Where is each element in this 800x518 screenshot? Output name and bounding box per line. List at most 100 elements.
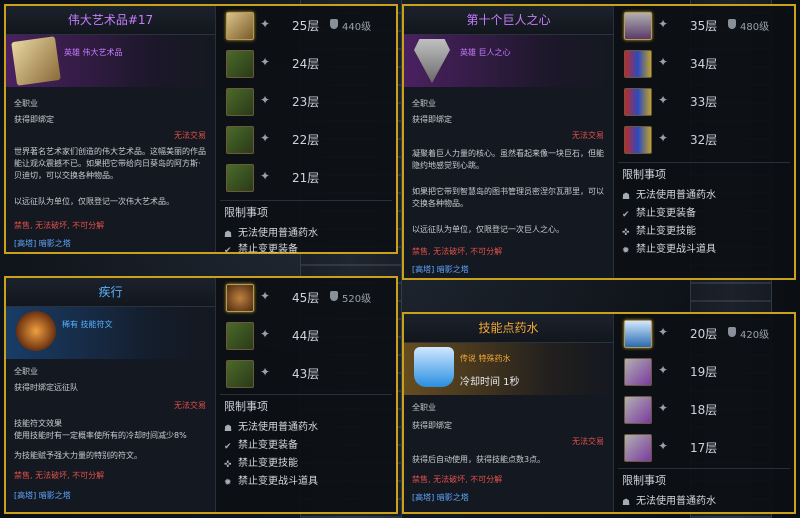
floor-row[interactable]: ✦ 33层 — [620, 84, 794, 118]
item-title: 疾行 — [6, 278, 215, 307]
floor-label: 17层 — [690, 441, 718, 455]
floor-row[interactable]: ✦ 18层 — [620, 392, 794, 426]
restriction-item: ✔ 禁止变更装备 — [224, 436, 298, 452]
floor-row[interactable]: ✦ 23层 — [222, 84, 396, 118]
crystal-icon — [624, 396, 652, 424]
artwork-icon — [11, 36, 61, 86]
star-icon: ✦ — [259, 17, 271, 31]
potion-icon — [414, 347, 454, 387]
floor-label: 43层 — [292, 367, 320, 381]
floor-label: 25层 — [292, 19, 320, 33]
floor-row[interactable]: ✦ 32层 — [620, 122, 794, 156]
floor-row[interactable]: ✦ 34层 — [620, 46, 794, 80]
item-source-link[interactable]: [高塔] 暗影之塔 — [412, 264, 469, 275]
item-flags: 禁售, 无法破坏, 不可分解 — [14, 221, 105, 230]
card-pack-icon — [624, 50, 652, 78]
restriction-item: ☗ 无法使用普通药水 — [224, 418, 318, 434]
check-icon: ✔ — [224, 246, 232, 256]
floor-row[interactable]: ✦ 43层 — [222, 356, 396, 390]
star-icon: ✦ — [259, 93, 271, 107]
item-header: 稀有 技能符文 — [6, 307, 215, 359]
check-icon: ✔ — [224, 442, 232, 452]
item-description-line: 贝迪切，可以交换各种物品。 — [14, 171, 118, 180]
item-bind: 获得即绑定 — [412, 421, 452, 430]
shield-icon — [330, 19, 338, 29]
item-job: 全职业 — [14, 367, 38, 376]
restriction-item: ☗ 无法使用普通药水 — [622, 186, 716, 202]
chest-icon — [226, 88, 254, 116]
item-source-link[interactable]: [高塔] 暗影之塔 — [14, 490, 71, 501]
restrictions-title: 限制事项 — [224, 206, 268, 219]
divider — [220, 394, 392, 395]
chest-icon — [226, 360, 254, 388]
restrictions-title: 限制事项 — [622, 168, 666, 181]
check-icon: ✔ — [622, 210, 630, 220]
item-grade: 英雄 伟大艺术品 — [64, 48, 123, 57]
restriction-item: ☗ 无法使用普通药水 — [224, 224, 318, 240]
item-header: 英雄 巨人之心 — [404, 35, 613, 87]
restriction-label: 无法使用普通药水 — [636, 190, 716, 201]
floor-label: 32层 — [690, 133, 718, 147]
floor-row[interactable]: ✦ 24层 — [222, 46, 396, 80]
restriction-label: 禁止变更技能 — [238, 458, 298, 469]
chest-icon — [226, 50, 254, 78]
restriction-label: 禁止变更装备 — [238, 244, 298, 255]
potion-icon: ☗ — [622, 192, 631, 202]
item-bind: 获得即绑定 — [412, 115, 452, 124]
effect-title: 技能符文效果 — [14, 419, 62, 428]
star-icon: ✦ — [259, 55, 271, 69]
floor-label: 18层 — [690, 403, 718, 417]
artwork-icon — [226, 12, 254, 40]
floor-label: 21层 — [292, 171, 320, 185]
item-source-link[interactable]: [高塔] 暗影之塔 — [412, 492, 469, 503]
restriction-label: 无法使用普通药水 — [238, 228, 318, 239]
item-source-link[interactable]: [高塔] 暗影之塔 — [14, 238, 71, 249]
restriction-item: ✹ 禁止变更战斗道具 — [224, 472, 318, 488]
floor-row[interactable]: ✦ 21层 — [222, 160, 396, 194]
restriction-item: ☗ 无法使用普通药水 — [622, 492, 716, 508]
floor-row[interactable]: ✦ 19层 — [620, 354, 794, 388]
item-description-line: 以远征队为单位，仅限登记一次巨人之心。 — [412, 225, 564, 234]
skill-icon: ✜ — [224, 460, 232, 470]
star-icon: ✦ — [259, 169, 271, 183]
giant-heart-icon — [414, 39, 450, 83]
floor-row[interactable]: ✦ 25层 440级 — [222, 8, 396, 42]
floor-row[interactable]: ✦ 20层 420级 — [620, 316, 794, 350]
restriction-item: ✔ 禁止变更装备 — [224, 240, 298, 256]
floor-label: 20层 — [690, 327, 718, 341]
item-description-line: 如果把它带到智慧岛的图书管理员密涅尔瓦那里，可以 — [412, 187, 604, 196]
item-title: 伟大艺术品#17 — [6, 6, 215, 35]
tooltip-panel-rune: 疾行 稀有 技能符文 全职业 获得时绑定远征队 无法交易 技能符文效果 使用技能… — [4, 276, 398, 514]
floor-label: 24层 — [292, 57, 320, 71]
floor-row[interactable]: ✦ 22层 — [222, 122, 396, 156]
divider — [220, 200, 392, 201]
potion-icon — [624, 320, 652, 348]
floor-row[interactable]: ✦ 35层 480级 — [620, 8, 794, 42]
potion-icon: ☗ — [224, 424, 233, 434]
star-icon: ✦ — [657, 439, 669, 453]
floor-label: 19层 — [690, 365, 718, 379]
item-title: 技能点药水 — [404, 314, 613, 343]
shield-icon — [728, 327, 736, 337]
card-pack-icon — [624, 126, 652, 154]
floor-level: 440级 — [342, 22, 372, 33]
chest-icon — [226, 126, 254, 154]
chest-icon — [226, 164, 254, 192]
divider — [618, 468, 790, 469]
tooltip-panel-artwork: 伟大艺术品#17 英雄 伟大艺术品 全职业 获得即绑定 无法交易 世界著名艺术家… — [4, 4, 398, 256]
star-icon: ✦ — [259, 327, 271, 341]
floor-row[interactable]: ✦ 45层 520级 — [222, 280, 396, 314]
floor-row[interactable]: ✦ 17层 — [620, 430, 794, 464]
star-icon: ✦ — [259, 289, 271, 303]
restriction-label: 禁止变更战斗道具 — [636, 244, 716, 255]
tooltip-panel-skill-potion: 技能点药水 传说 特殊药水 冷却时间 1秒 全职业 获得即绑定 无法交易 获得后… — [402, 312, 796, 514]
item-description-line: 凝聚着巨人力量的核心。虽然看起来像一块巨石，但能 — [412, 149, 604, 158]
divider — [618, 162, 790, 163]
floor-row[interactable]: ✦ 44层 — [222, 318, 396, 352]
crystal-icon — [624, 434, 652, 462]
restriction-label: 禁止变更技能 — [636, 226, 696, 237]
restrictions-title: 限制事项 — [622, 474, 666, 487]
crystal-icon — [624, 358, 652, 386]
floor-level: 480级 — [740, 22, 770, 33]
item-flags: 禁售, 无法破坏, 不可分解 — [412, 475, 503, 484]
